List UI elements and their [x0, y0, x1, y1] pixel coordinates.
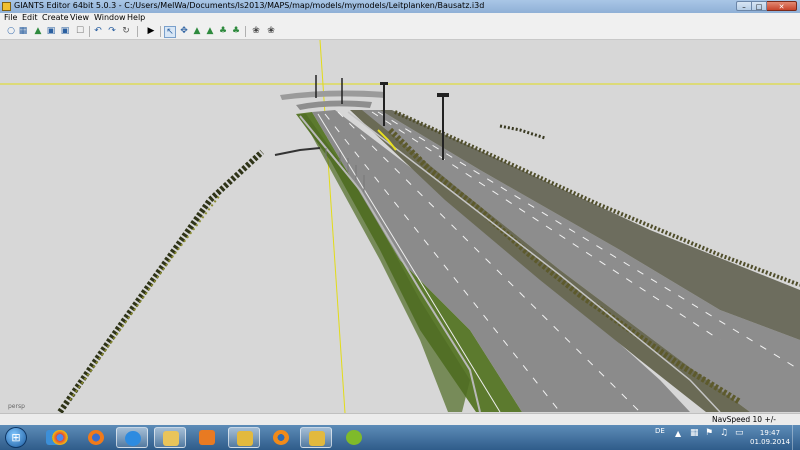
save-as-icon[interactable]: ▣	[60, 26, 70, 36]
taskbar-giants-editor[interactable]	[228, 427, 260, 448]
close-button[interactable]: ✕	[767, 1, 797, 11]
folder-icon	[163, 431, 179, 446]
minimize-button[interactable]: –	[736, 1, 752, 11]
taskbar-spotify[interactable]	[338, 427, 370, 448]
toolbar: ○ ▦ ▲ ▣ ▣ ☐ ↶ ↷ ↻ ▶ ↖ ✥ ▲ ▲ ♣ ♣ ❀ ❀	[0, 23, 800, 40]
chrome-icon	[52, 430, 68, 445]
taskbar-media-player[interactable]	[191, 427, 223, 448]
redo-icon[interactable]: ↷	[107, 26, 117, 36]
open-folder-icon[interactable]: ▦	[18, 26, 28, 36]
ie-icon	[125, 431, 141, 446]
toolbar-separator	[89, 26, 90, 37]
giants-app-icon	[2, 2, 11, 11]
foliage-icon[interactable]: ♣	[218, 26, 228, 36]
clock-time: 19:47	[759, 429, 781, 437]
taskbar-file-explorer[interactable]	[154, 427, 186, 448]
menu-window[interactable]: Window	[94, 13, 126, 23]
bridge-deck	[280, 90, 385, 100]
menu-create[interactable]: Create	[42, 13, 69, 23]
giants-editor-icon	[237, 431, 253, 446]
toolbar-separator	[137, 26, 138, 37]
window-title: GIANTS Editor 64bit 5.0.3 - C:/Users/Mel…	[14, 1, 485, 10]
play-icon[interactable]: ▶	[146, 26, 156, 36]
foliage-paint-icon[interactable]: ♣	[231, 26, 241, 36]
lamp-head	[437, 93, 449, 97]
taskbar-giants-editor-2[interactable]	[300, 427, 332, 448]
clock-date: 01.09.2014	[750, 438, 791, 446]
taskbar-ie[interactable]	[116, 427, 148, 448]
taskbar-blender[interactable]	[265, 427, 297, 448]
power-icon[interactable]: ▭	[735, 428, 744, 438]
camera-label: persp	[8, 403, 25, 410]
status-bar: NavSpeed 10 +/-	[0, 413, 800, 425]
import-icon[interactable]: ▲	[33, 26, 43, 36]
menu-file[interactable]: File	[4, 13, 17, 23]
menu-bar: File Edit Create View Window Help	[0, 13, 800, 23]
bridge-deck-lower	[296, 100, 372, 110]
grid-icon[interactable]: ❀	[266, 26, 276, 36]
spotify-icon	[346, 430, 362, 445]
menu-help[interactable]: Help	[127, 13, 145, 23]
taskbar: ⊞ DE ▲ ▦ ⚑ ♫ ▭ 19:47 01.09.2014	[0, 425, 800, 450]
undo-icon[interactable]: ↶	[93, 26, 103, 36]
title-bar: GIANTS Editor 64bit 5.0.3 - C:/Users/Mel…	[0, 0, 800, 13]
toolbar-separator	[160, 26, 161, 37]
3d-viewport[interactable]: persp	[0, 40, 800, 413]
foliage-strip	[57, 149, 265, 413]
cut-icon[interactable]: ☐	[75, 26, 85, 36]
show-desktop-button[interactable]	[792, 425, 800, 450]
blender-icon	[273, 430, 289, 445]
network-icon[interactable]: ▦	[690, 428, 699, 438]
taskbar-firefox[interactable]	[80, 427, 112, 448]
snap-icon[interactable]: ❀	[251, 26, 261, 36]
giants-editor-icon	[309, 431, 325, 446]
navspeed-readout: NavSpeed 10 +/-	[712, 415, 776, 424]
move-icon[interactable]: ✥	[179, 26, 189, 36]
volume-icon[interactable]: ♫	[720, 428, 728, 438]
new-file-icon[interactable]: ○	[6, 26, 16, 36]
lamp-head	[380, 82, 388, 85]
terrain-paint-icon[interactable]: ▲	[205, 26, 215, 36]
start-button[interactable]: ⊞	[5, 427, 27, 448]
guardrail-fragment	[274, 147, 321, 156]
menu-edit[interactable]: Edit	[22, 13, 38, 23]
foliage-fragment	[499, 124, 546, 140]
save-icon[interactable]: ▣	[46, 26, 56, 36]
firefox-icon	[88, 430, 104, 445]
taskbar-chrome[interactable]	[44, 427, 76, 448]
menu-view[interactable]: View	[70, 13, 89, 23]
flag-icon[interactable]: ⚑	[705, 428, 713, 438]
select-icon[interactable]: ↖	[164, 26, 176, 38]
clock[interactable]: 19:47 01.09.2014	[750, 429, 790, 447]
maximize-button[interactable]: □	[752, 1, 767, 11]
toolbar-separator	[245, 26, 246, 37]
tray-arrow-icon[interactable]: ▲	[675, 429, 681, 438]
media-player-icon	[199, 430, 215, 445]
foliage-strip-highlight	[69, 194, 221, 401]
terrain-sculpt-icon[interactable]: ▲	[192, 26, 202, 36]
scene-render	[0, 40, 800, 413]
language-indicator[interactable]: DE	[655, 427, 665, 435]
history-icon[interactable]: ↻	[121, 26, 131, 36]
